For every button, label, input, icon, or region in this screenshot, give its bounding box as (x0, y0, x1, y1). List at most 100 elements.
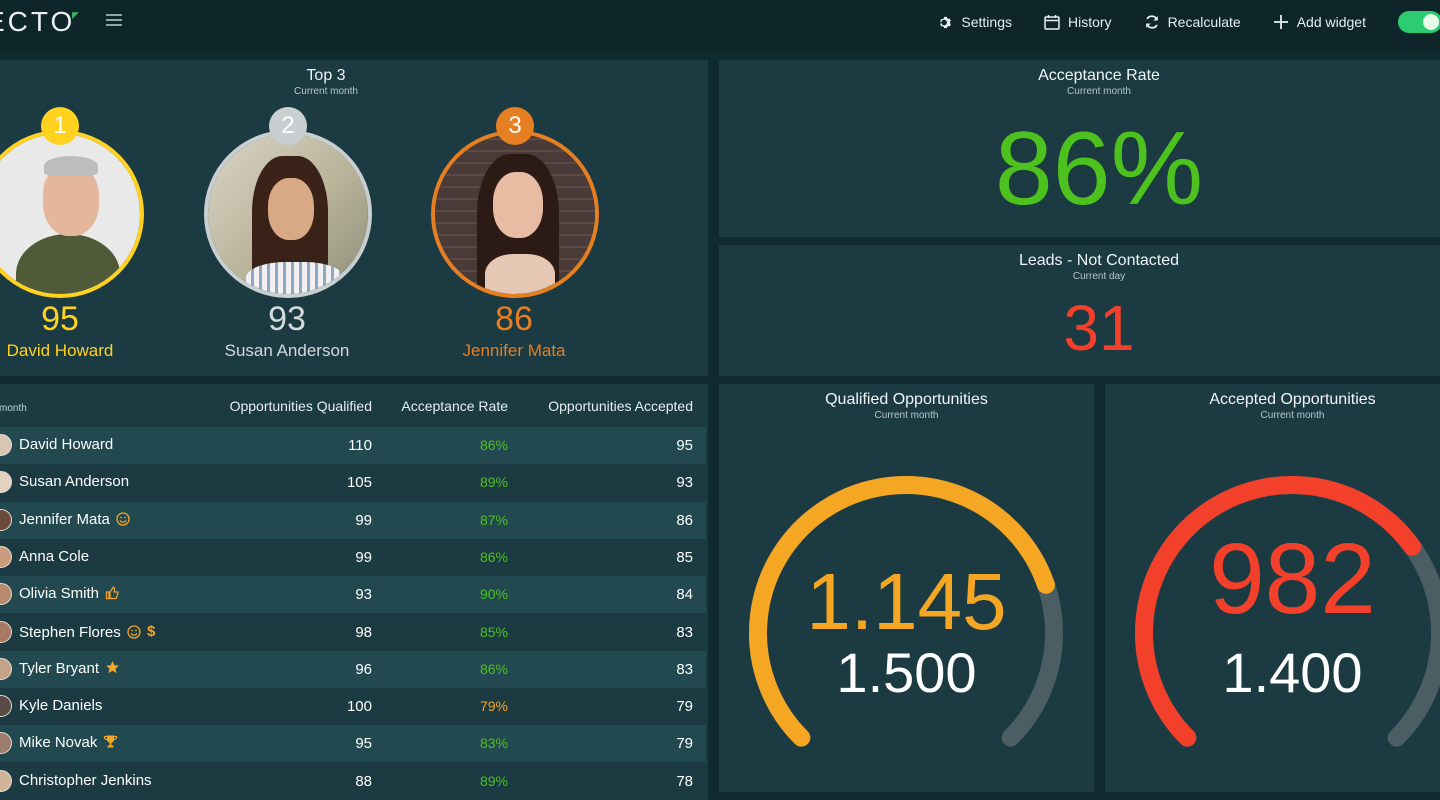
history-label: History (1068, 14, 1112, 30)
accepted-cell: 95 (676, 437, 693, 454)
qualified-cell: 100 (346, 698, 372, 716)
star-icon (105, 660, 120, 679)
agent-name: Anna Cole (19, 548, 89, 565)
top3-score: 93 (268, 300, 306, 338)
accepted-value: 982 (1209, 523, 1376, 635)
acceptance-rate-widget: Acceptance Rate Current month 86% (719, 60, 1440, 237)
mode-toggle[interactable] (1398, 11, 1440, 33)
acceptance-rate-cell: 83% (479, 735, 508, 752)
avatar (0, 471, 12, 494)
svg-text:$: $ (147, 623, 156, 639)
table-row[interactable]: Tyler Bryant 96 86% 83 (0, 650, 706, 688)
plus-icon (1273, 14, 1289, 30)
refresh-icon (1144, 14, 1160, 30)
acceptance-rate-cell: 79% (479, 698, 508, 715)
top3-score: 95 (41, 300, 79, 338)
agent-name: Tyler Bryant (19, 660, 120, 679)
toggle-knob (1423, 14, 1439, 30)
qualified-value: 1.145 (806, 557, 1007, 646)
accepted-cell: 84 (676, 586, 693, 604)
logo-accent-icon: ◤ (72, 10, 79, 20)
leads-value: 31 (1063, 292, 1135, 364)
top-bar: ECTO ◤ Settings History Recalculate Add (0, 0, 1440, 52)
accepted-target: 1.400 (1222, 641, 1363, 704)
agent-name-text: Christopher Jenkins (19, 771, 152, 789)
rank-badge: 1 (41, 107, 79, 145)
avatar (0, 545, 12, 568)
table-row[interactable]: Christopher Jenkins 88 89% 78 (0, 762, 706, 800)
menu-icon[interactable] (106, 14, 122, 28)
recalculate-label: Recalculate (1167, 14, 1241, 30)
leaderboard-table: month Opportunities Qualified Acceptance… (0, 384, 708, 800)
agent-name-text: Mike Novak (19, 734, 98, 752)
accepted-cell: 86 (676, 511, 693, 529)
agent-name-text: David Howard (19, 436, 114, 453)
table-row[interactable]: Mike Novak 95 83% 79 (0, 725, 706, 763)
qualified-opportunities-widget: Qualified Opportunities Current month 1.… (719, 384, 1094, 792)
accepted-cell: 85 (676, 548, 693, 566)
acceptance-subtitle: Current month (1067, 86, 1131, 97)
agent-name: Christopher Jenkins (19, 772, 152, 789)
table-row[interactable]: Susan Anderson 105 89% 93 (0, 464, 706, 502)
table-row[interactable]: Jennifer Mata 99 87% 86 (0, 501, 706, 539)
avatar (0, 620, 12, 643)
top3-name: Susan Anderson (224, 341, 350, 360)
table-row[interactable]: David Howard 110 86% 95 (0, 427, 706, 464)
settings-label: Settings (961, 14, 1012, 30)
acceptance-rate-cell: 89% (479, 772, 508, 789)
accepted-cell: 79 (676, 735, 693, 753)
top3-name: David Howard (6, 341, 114, 360)
agent-name: Olivia Smith (19, 585, 120, 604)
dollar-icon: $ (147, 623, 157, 643)
acceptance-rate-cell: 90% (479, 586, 508, 603)
qualified-cell: 98 (355, 623, 372, 641)
avatar (0, 657, 12, 680)
top3-score: 86 (495, 300, 533, 338)
acceptance-title: Acceptance Rate (1038, 67, 1160, 84)
acceptance-value: 86% (994, 111, 1204, 227)
gear-icon (937, 14, 953, 30)
agent-name-text: Stephen Flores (19, 623, 121, 641)
table-row[interactable]: Olivia Smith 93 90% 84 (0, 576, 706, 614)
qualified-cell: 88 (355, 772, 372, 790)
agent-name-text: Kyle Daniels (19, 697, 103, 715)
agent-name-text: Tyler Bryant (19, 659, 100, 677)
column-header[interactable]: Acceptance Rate (401, 398, 508, 414)
avatar (0, 508, 12, 531)
top3-subtitle: Current month (294, 86, 358, 97)
recalculate-button[interactable]: Recalculate (1144, 14, 1241, 30)
agent-name-text: Jennifer Mata (19, 510, 110, 528)
avatar (0, 769, 12, 792)
qualified-cell: 110 (348, 437, 372, 454)
agent-name-text: Olivia Smith (19, 585, 100, 603)
table-row[interactable]: Stephen Flores $98 85% 83 (0, 613, 706, 651)
table-row[interactable]: Kyle Daniels 100 79% 79 (0, 688, 706, 726)
history-button[interactable]: History (1044, 14, 1112, 30)
acceptance-rate-cell: 86% (479, 437, 508, 453)
qualified-cell: 96 (355, 660, 372, 678)
column-header[interactable]: Opportunities Qualified (230, 398, 372, 414)
accepted-cell: 83 (676, 660, 693, 678)
qualified-cell: 99 (355, 511, 372, 529)
agent-name: Kyle Daniels (19, 697, 102, 714)
smile-icon (127, 624, 141, 643)
accepted-cell: 78 (676, 772, 693, 790)
settings-button[interactable]: Settings (937, 14, 1012, 30)
agent-name-text: Anna Cole (19, 547, 90, 565)
column-header[interactable]: Opportunities Accepted (548, 398, 693, 414)
qualified-cell: 99 (355, 548, 372, 566)
table-row[interactable]: Anna Cole 99 86% 85 (0, 538, 706, 576)
qualified-cell: 105 (346, 474, 372, 492)
acceptance-rate-cell: 89% (479, 474, 508, 491)
qualified-cell: 95 (355, 735, 372, 753)
agent-name: Susan Anderson (19, 473, 129, 490)
avatar (0, 732, 12, 755)
add-widget-button[interactable]: Add widget (1273, 14, 1366, 30)
avatar (204, 130, 372, 298)
qualified-cell: 93 (355, 586, 372, 604)
app-logo: ECTO (0, 6, 76, 37)
top3-title: Top 3 (306, 67, 346, 84)
avatar (0, 130, 144, 298)
agent-name: Mike Novak (19, 734, 118, 753)
rank-badge: 2 (269, 107, 307, 145)
